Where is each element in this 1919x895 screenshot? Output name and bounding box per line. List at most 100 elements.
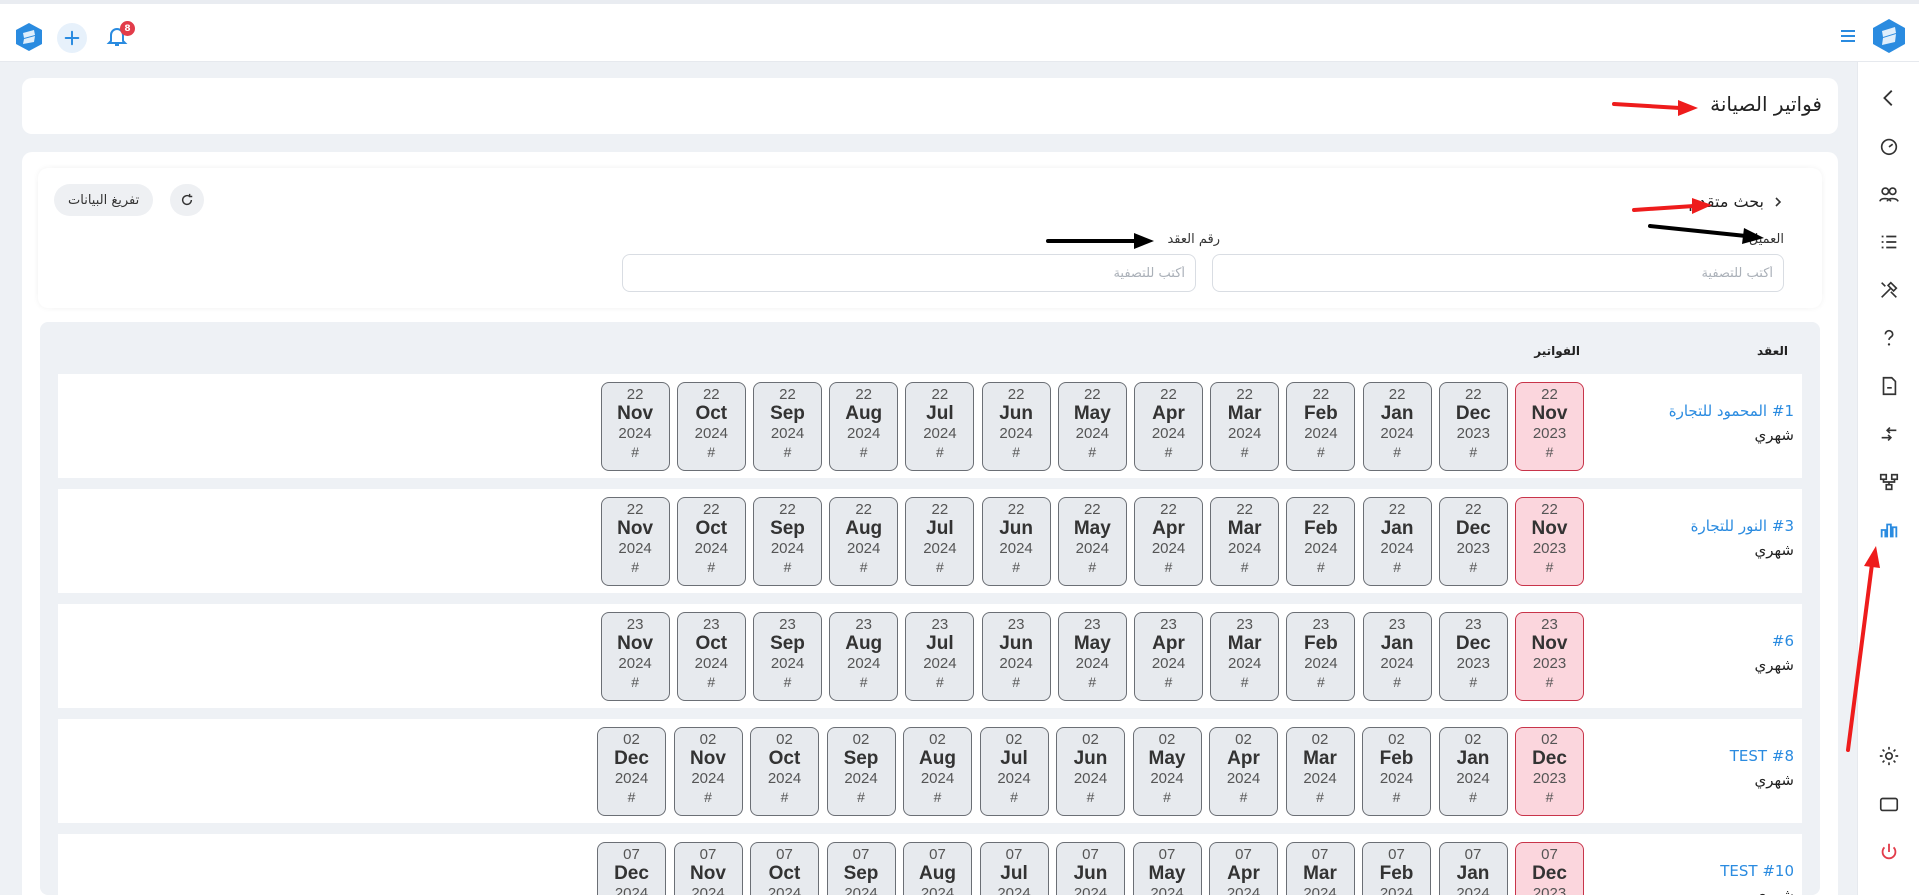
invoice-box[interactable]: 22 Mar 2024 #: [1210, 382, 1280, 471]
invoice-box[interactable]: 07Dec2024#: [597, 842, 666, 895]
users-icon[interactable]: [1877, 182, 1901, 206]
dashboard-gauge-icon[interactable]: [1877, 134, 1901, 158]
invoice-box[interactable]: 22 Jan 2024 #: [1362, 382, 1432, 471]
refresh-icon[interactable]: [170, 184, 204, 216]
invoice-box[interactable]: 22 Dec 2023 #: [1438, 382, 1508, 471]
workflow-icon[interactable]: [1877, 470, 1901, 494]
invoice-box[interactable]: 02 Oct 2024 #: [750, 727, 819, 816]
invoice-box[interactable]: 07Oct2024#: [750, 842, 819, 895]
invoice-box[interactable]: 22 Dec 2023 #: [1438, 497, 1508, 586]
invoice-box[interactable]: 22 Sep 2024 #: [753, 497, 822, 586]
invoice-box[interactable]: 02 Dec 2024 #: [597, 727, 666, 816]
invoice-box[interactable]: 23 Apr 2024 #: [1134, 612, 1203, 701]
invoice-box[interactable]: 07Dec2023#: [1515, 842, 1584, 895]
invoice-year: 2024: [1151, 655, 1186, 672]
invoice-box[interactable]: 22 Jan 2024 #: [1362, 497, 1432, 586]
invoice-mark: #: [1316, 559, 1325, 575]
invoice-day: 07: [1235, 846, 1252, 863]
invoice-mark: #: [1393, 559, 1401, 575]
tools-icon[interactable]: [1877, 278, 1901, 302]
menu-icon[interactable]: [1838, 26, 1858, 46]
invoice-box[interactable]: 02 Jan 2024 #: [1438, 727, 1508, 816]
invoice-box[interactable]: 22 Jul 2024 #: [905, 382, 975, 471]
invoice-box[interactable]: 07Aug2024#: [903, 842, 972, 895]
invoice-box[interactable]: 22 Jun 2024 #: [981, 382, 1051, 471]
brand-logo-icon[interactable]: [1871, 18, 1907, 54]
invoice-box[interactable]: 07May2024#: [1132, 842, 1202, 895]
contract-link[interactable]: #3 النور للتجارة: [1691, 517, 1794, 535]
contract-link[interactable]: #8 TEST: [1730, 747, 1794, 765]
invoice-box[interactable]: 22 Aug 2024 #: [829, 497, 899, 586]
invoice-box[interactable]: 23 Jul 2024 #: [905, 612, 975, 701]
reports-chart-icon[interactable]: [1877, 518, 1901, 542]
invoice-box[interactable]: 02 Mar 2024 #: [1285, 727, 1355, 816]
invoice-box[interactable]: 22 Jul 2024 #: [905, 497, 975, 586]
invoice-box[interactable]: 22 Oct 2024 #: [676, 382, 746, 471]
window-icon[interactable]: [1877, 792, 1901, 816]
invoice-box[interactable]: 23 Aug 2024 #: [829, 612, 899, 701]
invoice-box[interactable]: 23 Mar 2024 #: [1210, 612, 1280, 701]
invoice-document-icon[interactable]: [1877, 374, 1901, 398]
app-logo-icon[interactable]: [14, 22, 44, 52]
add-icon[interactable]: [57, 23, 87, 53]
invoice-box[interactable]: 22 Feb 2024 #: [1286, 382, 1356, 471]
invoice-box[interactable]: 22 Aug 2024 #: [829, 382, 899, 471]
invoice-box[interactable]: 22 Jun 2024 #: [981, 497, 1051, 586]
invoice-month: Nov: [617, 518, 654, 539]
invoice-box[interactable]: 22 May 2024 #: [1057, 382, 1127, 471]
invoice-year: 2024: [694, 540, 728, 557]
question-icon[interactable]: [1877, 326, 1901, 350]
invoice-box[interactable]: 02 Aug 2024 #: [903, 727, 972, 816]
invoice-box[interactable]: 23 May 2024 #: [1057, 612, 1127, 701]
collapse-chevron-icon[interactable]: [1877, 86, 1901, 110]
invoice-box[interactable]: 23 Dec 2023 #: [1438, 612, 1508, 701]
invoice-box[interactable]: 02 Dec 2023 #: [1515, 727, 1584, 816]
invoice-box[interactable]: 07Mar2024#: [1285, 842, 1355, 895]
client-filter-input[interactable]: [1212, 254, 1784, 292]
invoice-box[interactable]: 02 Sep 2024 #: [826, 727, 896, 816]
invoice-box[interactable]: 23 Sep 2024 #: [753, 612, 822, 701]
invoice-box[interactable]: 02 Jun 2024 #: [1056, 727, 1125, 816]
contract-link[interactable]: #1 المحمود للتجارة: [1669, 402, 1794, 420]
invoice-box[interactable]: 23 Oct 2024 #: [676, 612, 746, 701]
clear-data-button[interactable]: تفريغ البيانات: [54, 184, 154, 216]
contract-filter-input[interactable]: [622, 254, 1196, 292]
invoice-box[interactable]: 07Jan2024#: [1438, 842, 1508, 895]
invoice-mark: #: [1164, 559, 1173, 575]
invoice-box[interactable]: 07Apr2024#: [1209, 842, 1278, 895]
invoice-box[interactable]: 02 Apr 2024 #: [1209, 727, 1278, 816]
invoice-box[interactable]: 07Sep2024#: [826, 842, 896, 895]
invoice-day: 22: [1236, 501, 1254, 518]
list-icon[interactable]: [1877, 230, 1901, 254]
invoice-box[interactable]: 22 Nov 2023 #: [1515, 497, 1584, 586]
invoice-box[interactable]: 07Feb2024#: [1362, 842, 1431, 895]
invoice-mark: #: [1392, 789, 1401, 805]
invoice-box[interactable]: 07Jul2024#: [979, 842, 1049, 895]
invoice-box[interactable]: 22 Mar 2024 #: [1210, 497, 1280, 586]
invoice-box[interactable]: 07Nov2024#: [673, 842, 743, 895]
invoice-box[interactable]: 23 Nov 2023 #: [1515, 612, 1584, 701]
invoice-box[interactable]: 02 Feb 2024 #: [1362, 727, 1431, 816]
invoice-box[interactable]: 23 Feb 2024 #: [1286, 612, 1356, 701]
transfer-icon[interactable]: [1877, 422, 1901, 446]
invoice-box[interactable]: 22 Apr 2024 #: [1134, 382, 1203, 471]
invoice-box[interactable]: 22 May 2024 #: [1057, 497, 1127, 586]
invoice-box[interactable]: 22 Nov 2023 #: [1515, 382, 1584, 471]
invoice-box[interactable]: 02 Nov 2024 #: [673, 727, 743, 816]
invoice-box[interactable]: 22 Apr 2024 #: [1134, 497, 1203, 586]
invoice-box[interactable]: 02 Jul 2024 #: [979, 727, 1049, 816]
invoice-day: 22: [1388, 386, 1406, 403]
invoice-box[interactable]: 23 Nov 2024 #: [600, 612, 670, 701]
invoice-box[interactable]: 23 Jan 2024 #: [1362, 612, 1432, 701]
invoice-box[interactable]: 02 May 2024 #: [1132, 727, 1202, 816]
contract-link[interactable]: #6: [1755, 632, 1794, 650]
invoice-box[interactable]: 22 Sep 2024 #: [753, 382, 822, 471]
invoice-box[interactable]: 22 Feb 2024 #: [1286, 497, 1356, 586]
invoice-box[interactable]: 23 Jun 2024 #: [981, 612, 1051, 701]
invoice-box[interactable]: 07Jun2024#: [1056, 842, 1125, 895]
power-logout-icon[interactable]: [1877, 840, 1901, 864]
contract-link[interactable]: #10 TEST: [1720, 862, 1794, 880]
invoice-box[interactable]: 22 Nov 2024 #: [600, 497, 670, 586]
invoice-box[interactable]: 22 Nov 2024 #: [600, 382, 670, 471]
invoice-box[interactable]: 22 Oct 2024 #: [676, 497, 746, 586]
